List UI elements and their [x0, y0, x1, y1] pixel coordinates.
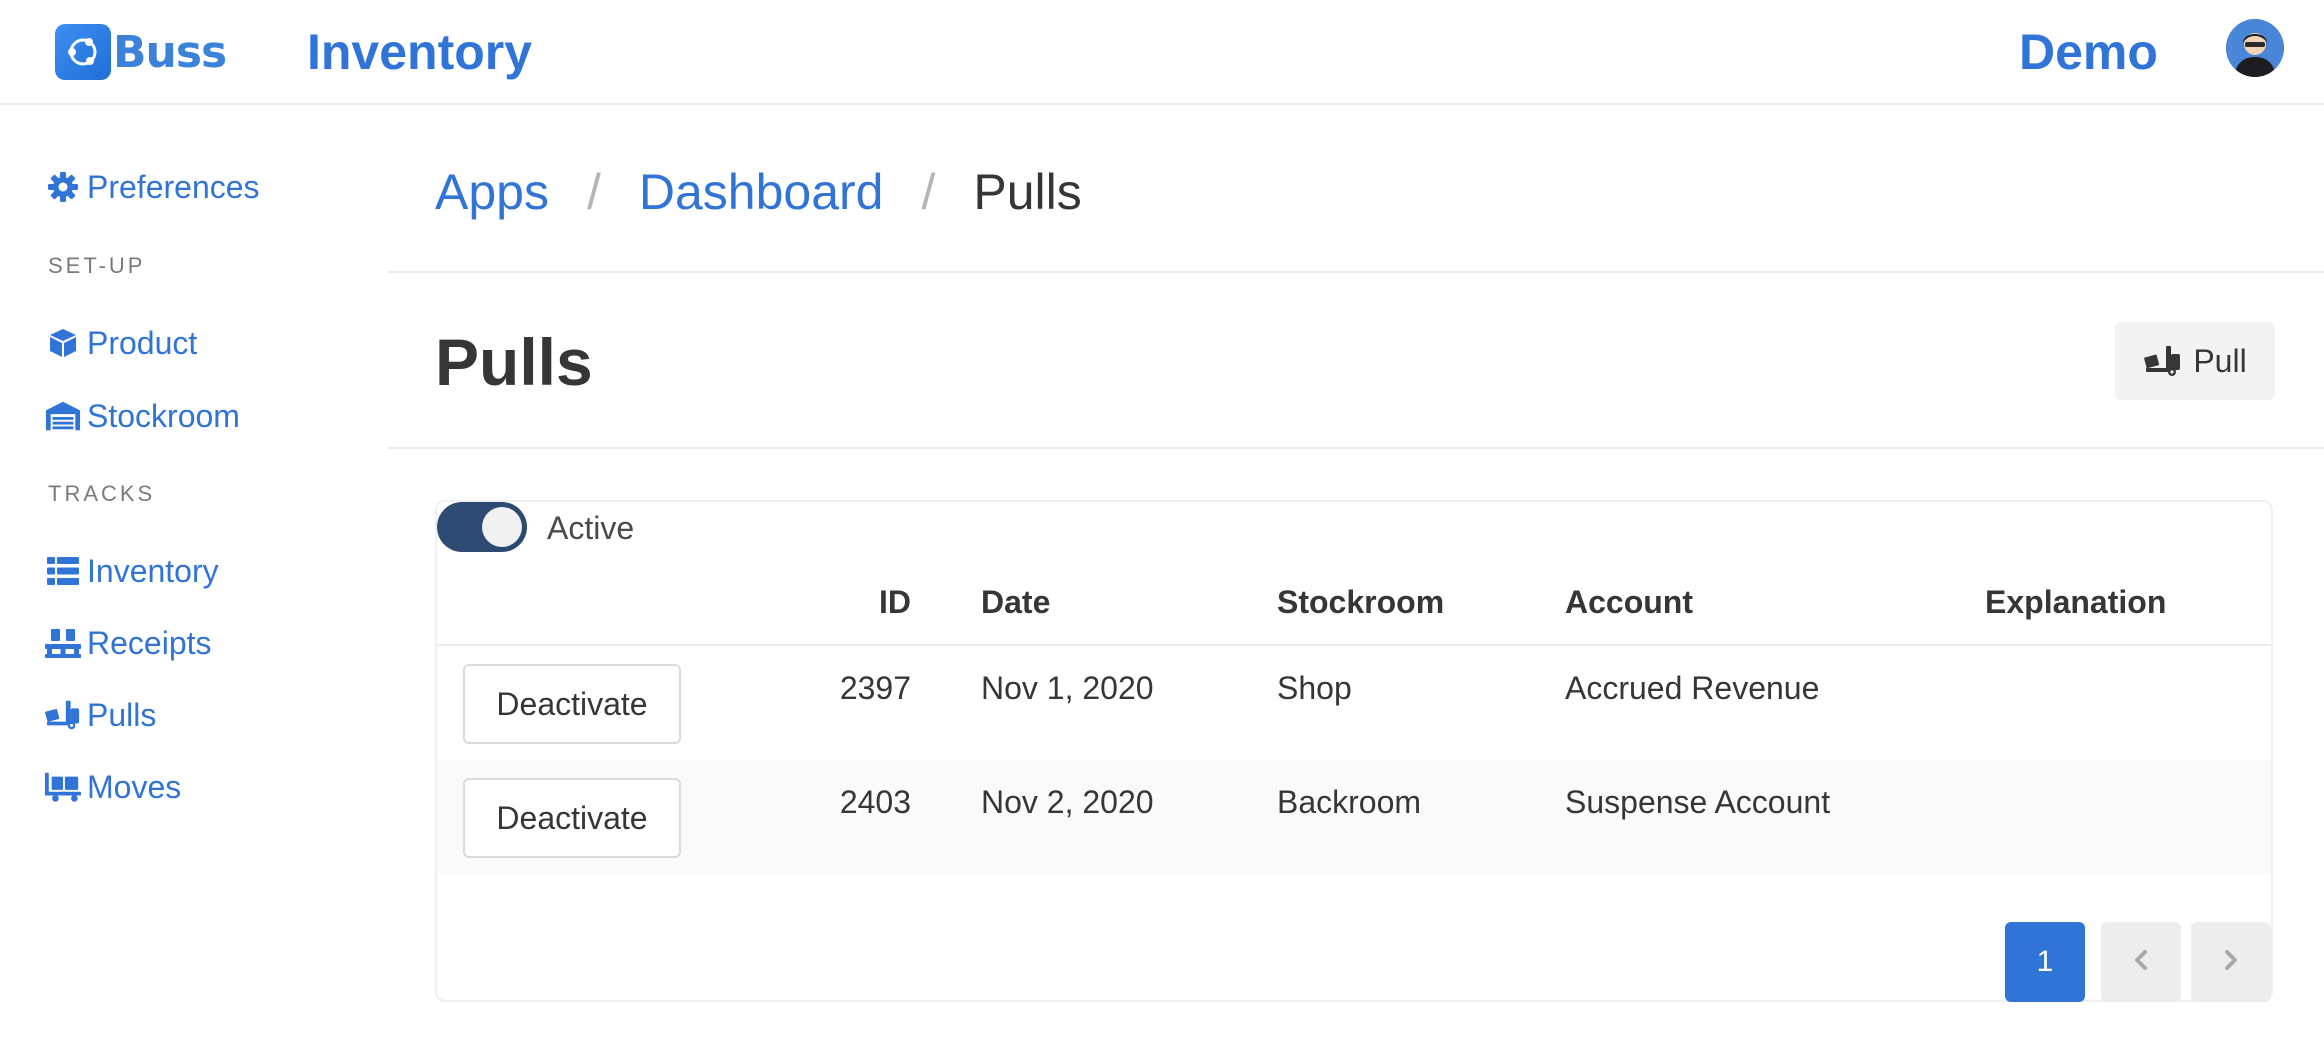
cell-stockroom: Backroom: [1277, 784, 1422, 820]
table-row: Deactivate 2397 Nov 1, 2020 Shop Accrued…: [437, 646, 2271, 760]
gear-icon: [45, 169, 81, 205]
divider: [387, 271, 2324, 273]
sidebar-item-inventory[interactable]: Inventory: [45, 549, 219, 593]
cell-account: Accrued Revenue: [1565, 670, 1820, 706]
sidebar-item-label: Receipts: [87, 624, 212, 661]
chevron-right-icon: [2223, 945, 2239, 979]
sidebar-item-product[interactable]: Product: [45, 321, 197, 365]
list-icon: [45, 553, 81, 589]
cell-date: Nov 1, 2020: [981, 670, 1154, 706]
sidebar-item-label: Pulls: [87, 696, 157, 733]
dolly-icon: [2143, 345, 2183, 377]
main-content: Apps / Dashboard / Pulls Pulls Pull Acti…: [387, 107, 2324, 1050]
column-header-explanation[interactable]: Explanation: [1985, 582, 2166, 622]
top-navbar: Buss Inventory Demo: [0, 0, 2324, 105]
brand-logo-link[interactable]: Buss: [55, 24, 227, 80]
cell-id: 2397: [839, 670, 911, 706]
breadcrumb-dashboard[interactable]: Dashboard: [639, 163, 884, 221]
sidebar-item-pulls[interactable]: Pulls: [45, 693, 156, 737]
chevron-left-icon: [2133, 945, 2149, 979]
active-toggle[interactable]: [437, 502, 527, 552]
cell-stockroom: Shop: [1277, 670, 1352, 706]
brand-logo-icon: [55, 24, 111, 80]
breadcrumb-apps[interactable]: Apps: [435, 163, 549, 221]
sidebar-item-preferences[interactable]: Preferences: [45, 165, 260, 209]
deactivate-button[interactable]: Deactivate: [463, 664, 681, 744]
warehouse-icon: [45, 398, 81, 434]
section-label-tracks: TRACKS: [48, 481, 156, 506]
cell-id: 2403: [839, 784, 911, 820]
page-title: Pulls: [435, 325, 593, 399]
divider: [387, 447, 2324, 449]
pulls-table-card: Active ID Date Stockroom Account Explana…: [435, 500, 2273, 1002]
brand-name: Buss: [113, 26, 227, 78]
column-header-date[interactable]: Date: [981, 582, 1050, 622]
sidebar-item-label: Stockroom: [87, 397, 240, 434]
sidebar-item-moves[interactable]: Moves: [45, 765, 181, 809]
breadcrumb-current: Pulls: [973, 164, 1082, 220]
cell-date: Nov 2, 2020: [981, 784, 1154, 820]
sidebar-item-label: Product: [87, 324, 198, 361]
table-row: Deactivate 2403 Nov 2, 2020 Backroom Sus…: [437, 760, 2271, 874]
breadcrumb: Apps / Dashboard / Pulls: [435, 157, 1082, 227]
pagination-next-button[interactable]: [2191, 922, 2271, 1002]
breadcrumb-separator: /: [586, 164, 601, 220]
active-toggle-label: Active: [547, 510, 635, 546]
pagination-page-1[interactable]: 1: [2005, 922, 2085, 1002]
deactivate-button[interactable]: Deactivate: [463, 778, 681, 858]
avatar[interactable]: [2226, 19, 2284, 77]
sidebar-item-receipts[interactable]: Receipts: [45, 621, 212, 665]
dolly-icon: [45, 697, 81, 733]
cube-icon: [45, 325, 81, 361]
sidebar-item-stockroom[interactable]: Stockroom: [45, 394, 240, 438]
section-label-setup: SET-UP: [48, 253, 146, 278]
column-header-stockroom[interactable]: Stockroom: [1277, 582, 1444, 622]
breadcrumb-separator: /: [921, 164, 936, 220]
column-header-id[interactable]: ID: [879, 582, 911, 622]
pallet-icon: [45, 625, 81, 661]
sidebar: Preferences SET-UP Product Stockroom TRA…: [0, 107, 385, 1050]
cell-account: Suspense Account: [1565, 784, 1831, 820]
sidebar-item-label: Inventory: [87, 552, 219, 589]
sidebar-item-label: Moves: [87, 768, 182, 805]
new-pull-button[interactable]: Pull: [2115, 322, 2275, 400]
sidebar-item-label: Preferences: [87, 168, 260, 205]
toggle-knob: [482, 507, 522, 547]
user-menu-name[interactable]: Demo: [2019, 22, 2158, 82]
app-title-link[interactable]: Inventory: [307, 22, 532, 82]
pull-button-label: Pull: [2193, 342, 2247, 379]
column-header-account[interactable]: Account: [1565, 582, 1693, 622]
cart-flatbed-icon: [45, 769, 81, 805]
pagination-previous-button[interactable]: [2101, 922, 2181, 1002]
